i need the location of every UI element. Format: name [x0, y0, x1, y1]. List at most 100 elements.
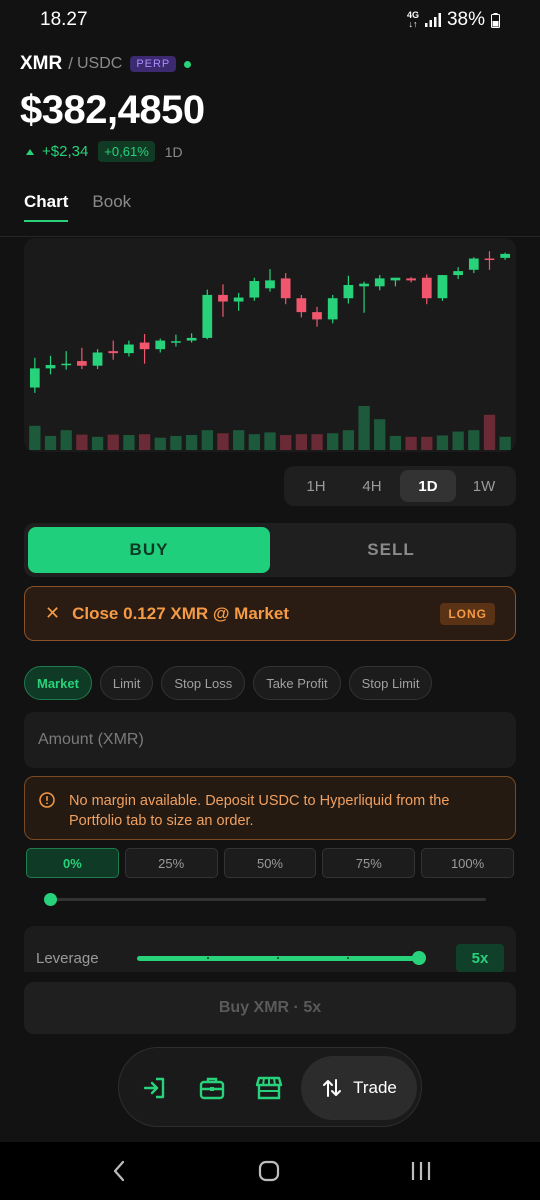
order-type-stop-limit[interactable]: Stop Limit [348, 666, 433, 700]
leverage-slider-thumb[interactable] [412, 951, 426, 965]
leverage-panel: Leverage 5x [24, 926, 516, 972]
store-icon[interactable] [255, 1074, 283, 1102]
market-header: XMR / USDC PERP [20, 52, 520, 76]
volume-bar [154, 437, 166, 450]
home-icon[interactable] [258, 1160, 280, 1182]
side-toggle: BUY SELL [24, 523, 516, 577]
swap-vertical-icon [323, 1079, 342, 1097]
volume-bar [248, 434, 260, 450]
sell-button[interactable]: SELL [270, 527, 512, 573]
volume-bar [405, 436, 417, 450]
leverage-slider-track[interactable] [137, 956, 419, 961]
volume-bar [91, 436, 104, 450]
leverage-tick [277, 957, 279, 959]
volume-bar [374, 419, 386, 450]
candle-body [29, 368, 40, 388]
status-bar: 18.27 4G ↓↑ 38% [0, 0, 540, 40]
candle-body [484, 258, 495, 261]
candle-body [468, 258, 479, 270]
buy-button[interactable]: BUY [28, 527, 270, 573]
timeframe-selector: 1H 4H 1D 1W [284, 466, 516, 506]
candle-body [437, 275, 448, 299]
tab-chart[interactable]: Chart [24, 192, 69, 222]
price-chart[interactable] [24, 238, 516, 452]
timeframe-1w[interactable]: 1W [456, 470, 512, 502]
candle-body [280, 278, 291, 299]
volume-bar [452, 431, 464, 450]
candle-body [45, 365, 56, 369]
order-type-stop-loss[interactable]: Stop Loss [161, 666, 246, 700]
candle-body [296, 298, 307, 313]
volume-bar [201, 430, 213, 450]
candle-body [186, 337, 197, 341]
volume-bar [264, 432, 276, 450]
battery-icon [491, 12, 500, 28]
leverage-value[interactable]: 5x [456, 944, 504, 972]
tab-book[interactable]: Book [92, 192, 131, 222]
order-type-limit[interactable]: Limit [99, 666, 154, 700]
pair-row[interactable]: XMR / USDC PERP [20, 52, 520, 76]
candle-body [390, 277, 401, 281]
timeframe-1h[interactable]: 1H [288, 470, 344, 502]
login-icon[interactable] [141, 1074, 169, 1102]
briefcase-icon[interactable] [198, 1074, 226, 1102]
candle-body [77, 361, 87, 366]
submit-order-button[interactable]: Buy XMR · 5x [24, 982, 516, 1034]
pair-separator: / [68, 54, 73, 73]
nav-trade-label: Trade [353, 1078, 397, 1097]
volume-bar [107, 434, 119, 450]
order-type-market[interactable]: Market [24, 666, 92, 700]
candle-body [249, 281, 260, 298]
candle-body [343, 285, 354, 299]
leverage-tick [347, 957, 349, 959]
battery-percent: 38% [446, 9, 485, 30]
candle-body [500, 253, 511, 258]
timeframe-4h[interactable]: 4H [344, 470, 400, 502]
leverage-tick [207, 957, 209, 959]
close-icon[interactable]: ✕ [45, 603, 60, 624]
volume-bar [138, 434, 151, 450]
margin-warning: No margin available. Deposit USDC to Hyp… [24, 776, 516, 840]
position-side-badge: LONG [440, 602, 495, 625]
back-icon[interactable] [112, 1160, 126, 1182]
volume-bar [342, 430, 355, 450]
size-25-percent[interactable]: 25% [124, 848, 218, 878]
size-50-percent[interactable]: 50% [223, 848, 317, 878]
timeframe-1d[interactable]: 1D [400, 470, 456, 502]
volume-bar [499, 436, 511, 450]
network-type: 4G ↓↑ [407, 11, 419, 29]
size-0-percent[interactable]: 0% [26, 848, 119, 878]
pair-base: XMR [20, 53, 63, 74]
candle-body [124, 344, 134, 354]
recent-apps-icon[interactable] [410, 1160, 432, 1182]
volume-bar [29, 425, 41, 450]
volume-bar [217, 433, 229, 450]
volume-bar [76, 434, 88, 450]
close-position-banner[interactable]: ✕ Close 0.127 XMR @ Market LONG [24, 586, 516, 641]
volume-bar [123, 435, 135, 450]
order-type-take-profit[interactable]: Take Profit [253, 666, 341, 700]
candle-body [421, 277, 432, 299]
change-percent: +0,61% [98, 141, 155, 162]
status-indicators: 4G ↓↑ 38% [407, 9, 500, 31]
size-slider-track[interactable] [50, 898, 486, 901]
size-slider-thumb[interactable] [43, 893, 57, 906]
candle-body [359, 283, 369, 287]
size-75-percent[interactable]: 75% [322, 848, 416, 878]
tabs-divider [0, 236, 540, 237]
volume-bar [358, 406, 370, 450]
size-100-percent[interactable]: 100% [421, 848, 514, 878]
candle-body [61, 363, 72, 366]
leverage-label: Leverage [36, 950, 99, 967]
volume-bar [483, 414, 496, 450]
nav-trade-button[interactable]: Trade [301, 1056, 417, 1120]
volume-bar [311, 434, 323, 450]
perp-badge: PERP [130, 56, 177, 72]
volume-bar [468, 430, 480, 450]
view-tabs: Chart Book [24, 192, 131, 222]
status-time: 18.27 [40, 9, 88, 30]
amount-field[interactable] [24, 712, 516, 768]
price: $382,4850 [20, 88, 205, 132]
amount-input[interactable] [38, 731, 502, 749]
candlestick-chart[interactable] [24, 238, 516, 452]
